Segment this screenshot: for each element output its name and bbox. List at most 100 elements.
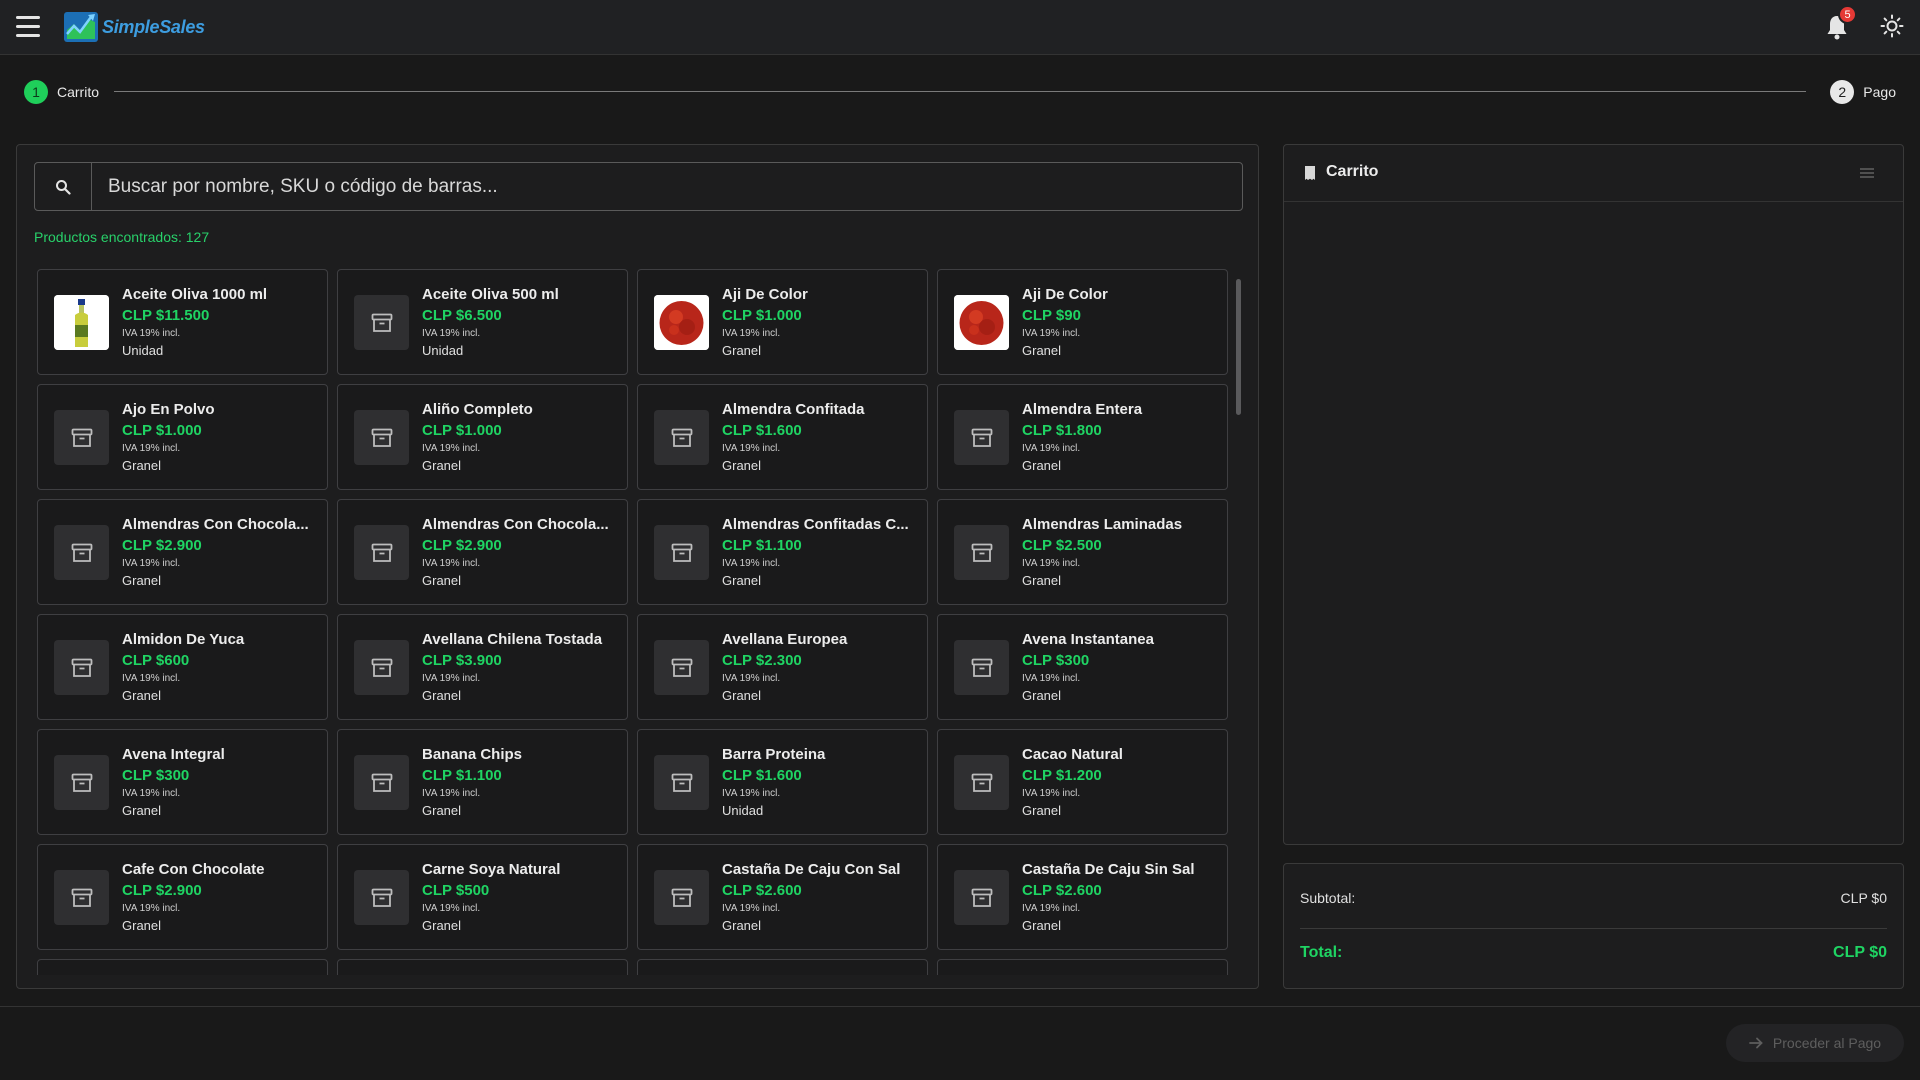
box-placeholder-icon xyxy=(54,755,109,810)
product-tax-note: IVA 19% incl. xyxy=(422,558,481,569)
product-unit: Granel xyxy=(422,803,462,818)
search-input[interactable] xyxy=(92,163,1242,210)
stepper-connector xyxy=(114,91,1806,92)
product-name: Avellana Europea xyxy=(722,631,848,648)
product-price: CLP $1.600 xyxy=(722,422,802,439)
product-unit: Granel xyxy=(1022,803,1062,818)
product-card[interactable] xyxy=(637,959,928,975)
product-card[interactable]: Aceite Oliva 1000 ml CLP $11.500 IVA 19% i… xyxy=(37,269,328,375)
arrow-right-icon xyxy=(1749,1037,1763,1049)
product-unit: Unidad xyxy=(722,803,764,818)
product-card[interactable] xyxy=(337,959,628,975)
menu-icon[interactable] xyxy=(16,16,40,38)
product-tax-note: IVA 19% incl. xyxy=(1022,673,1081,684)
product-grid-scrollbar[interactable] xyxy=(1234,269,1242,975)
product-price: CLP $2.900 xyxy=(422,537,502,554)
product-card[interactable]: Avellana Chilena Tostada CLP $3.900 IVA 19… xyxy=(337,614,628,720)
product-name: Almendras Con Chocola... xyxy=(422,516,609,533)
product-card[interactable]: Almendras Confitadas C... CLP $1.100 IVA 1… xyxy=(637,499,928,605)
product-card[interactable]: Avena Integral CLP $300 IVA 19% incl. Grane… xyxy=(37,729,328,835)
step-label: Pago xyxy=(1863,84,1896,100)
product-card[interactable]: Almendras Con Chocola... CLP $2.900 IVA 19… xyxy=(337,499,628,605)
product-price: CLP $1.000 xyxy=(422,422,502,439)
paprika-photo xyxy=(954,295,1009,350)
product-tax-note: IVA 19% incl. xyxy=(722,903,781,914)
box-placeholder-icon xyxy=(954,640,1009,695)
product-unit: Granel xyxy=(122,458,162,473)
product-catalog-panel: Productos encontrados: 127 Aceite Oliva … xyxy=(16,144,1259,989)
product-card[interactable]: Almendra Entera CLP $1.800 IVA 19% incl. Gr… xyxy=(937,384,1228,490)
product-price: CLP $300 xyxy=(122,767,190,784)
search-button[interactable] xyxy=(35,163,92,210)
product-card[interactable]: Carne Soya Natural CLP $500 IVA 19% incl. G… xyxy=(337,844,628,950)
clear-cart-icon[interactable] xyxy=(1859,167,1875,179)
product-name: Almendra Entera xyxy=(1022,401,1143,418)
brand-logo[interactable]: SimpleSales xyxy=(64,10,205,44)
product-price: CLP $1.600 xyxy=(722,767,802,784)
product-tax-note: IVA 19% incl. xyxy=(122,328,181,339)
product-tax-note: IVA 19% incl. xyxy=(722,558,781,569)
product-price: CLP $6.500 xyxy=(422,307,502,324)
box-placeholder-icon xyxy=(654,410,709,465)
product-unit: Granel xyxy=(122,688,162,703)
box-placeholder-icon xyxy=(54,525,109,580)
product-card[interactable]: Almendras Laminadas CLP $2.500 IVA 19% inc… xyxy=(937,499,1228,605)
receipt-icon xyxy=(1305,166,1315,180)
box-placeholder-icon xyxy=(354,295,409,350)
product-unit: Granel xyxy=(422,458,462,473)
box-placeholder-icon xyxy=(954,755,1009,810)
step-pago[interactable]: 2 Pago xyxy=(1830,80,1896,104)
product-tax-note: IVA 19% incl. xyxy=(722,328,781,339)
product-card[interactable]: Banana Chips CLP $1.100 IVA 19% incl. Grane… xyxy=(337,729,628,835)
sun-icon[interactable] xyxy=(1880,14,1904,38)
product-name: Almendras Con Chocola... xyxy=(122,516,309,533)
product-unit: Granel xyxy=(1022,458,1062,473)
footer-divider xyxy=(0,1006,1920,1007)
product-name: Almidon De Yuca xyxy=(122,631,245,648)
search-box xyxy=(34,162,1243,211)
logo-chart-icon xyxy=(64,12,98,42)
product-card[interactable]: Cafe Con Chocolate CLP $2.900 IVA 19% incl… xyxy=(37,844,328,950)
product-card[interactable]: Avellana Europea CLP $2.300 IVA 19% incl. G… xyxy=(637,614,928,720)
box-placeholder-icon xyxy=(954,870,1009,925)
product-unit: Granel xyxy=(722,918,762,933)
product-card[interactable]: Almendras Con Chocola... CLP $2.900 IVA 19… xyxy=(37,499,328,605)
brand-name: SimpleSales xyxy=(102,16,205,37)
product-card[interactable]: Aji De Color CLP $1.000 IVA 19% incl. Grane… xyxy=(637,269,928,375)
product-card[interactable]: Castaña De Caju Sin Sal CLP $2.600 IVA 19%… xyxy=(937,844,1228,950)
product-card[interactable]: Aji De Color CLP $90 IVA 19% incl. Granel xyxy=(937,269,1228,375)
product-tax-note: IVA 19% incl. xyxy=(422,788,481,799)
product-price: CLP $2.600 xyxy=(722,882,802,899)
product-card[interactable] xyxy=(937,959,1228,975)
box-placeholder-icon xyxy=(354,410,409,465)
product-grid: Aceite Oliva 1000 ml CLP $11.500 IVA 19% i… xyxy=(37,269,1232,975)
product-card[interactable]: Barra Proteina CLP $1.600 IVA 19% incl. Uni… xyxy=(637,729,928,835)
product-card[interactable]: Aliño Completo CLP $1.000 IVA 19% incl. Gra… xyxy=(337,384,628,490)
box-placeholder-icon xyxy=(54,410,109,465)
step-carrito[interactable]: 1 Carrito xyxy=(24,80,99,104)
product-grid-viewport[interactable]: Aceite Oliva 1000 ml CLP $11.500 IVA 19% i… xyxy=(37,269,1232,975)
product-tax-note: IVA 19% incl. xyxy=(122,673,181,684)
product-price: CLP $600 xyxy=(122,652,190,669)
scrollbar-thumb[interactable] xyxy=(1236,279,1241,415)
product-card[interactable] xyxy=(37,959,328,975)
product-name: Ajo En Polvo xyxy=(122,401,215,418)
proceed-to-payment-button[interactable]: Proceder al Pago xyxy=(1726,1024,1904,1062)
product-card[interactable]: Castaña De Caju Con Sal CLP $2.600 IVA 19%… xyxy=(637,844,928,950)
product-card[interactable]: Ajo En Polvo CLP $1.000 IVA 19% incl. Grane… xyxy=(37,384,328,490)
product-card[interactable]: Almidon De Yuca CLP $600 IVA 19% incl. Gran… xyxy=(37,614,328,720)
subtotal-value: CLP $0 xyxy=(1840,890,1887,906)
product-card[interactable]: Cacao Natural CLP $1.200 IVA 19% incl. Gran… xyxy=(937,729,1228,835)
product-price: CLP $2.500 xyxy=(1022,537,1102,554)
product-card[interactable]: Avena Instantanea CLP $300 IVA 19% incl. Gr… xyxy=(937,614,1228,720)
product-name: Carne Soya Natural xyxy=(422,861,561,878)
cart-totals-panel: Subtotal: CLP $0 Total: CLP $0 xyxy=(1283,863,1904,989)
product-unit: Granel xyxy=(722,343,762,358)
product-price: CLP $1.100 xyxy=(422,767,502,784)
product-price: CLP $2.900 xyxy=(122,882,202,899)
product-card[interactable]: Almendra Confitada CLP $1.600 IVA 19% incl… xyxy=(637,384,928,490)
product-tax-note: IVA 19% incl. xyxy=(1022,903,1081,914)
product-unit: Granel xyxy=(422,688,462,703)
product-card[interactable]: Aceite Oliva 500 ml CLP $6.500 IVA 19% inc… xyxy=(337,269,628,375)
product-tax-note: IVA 19% incl. xyxy=(122,788,181,799)
